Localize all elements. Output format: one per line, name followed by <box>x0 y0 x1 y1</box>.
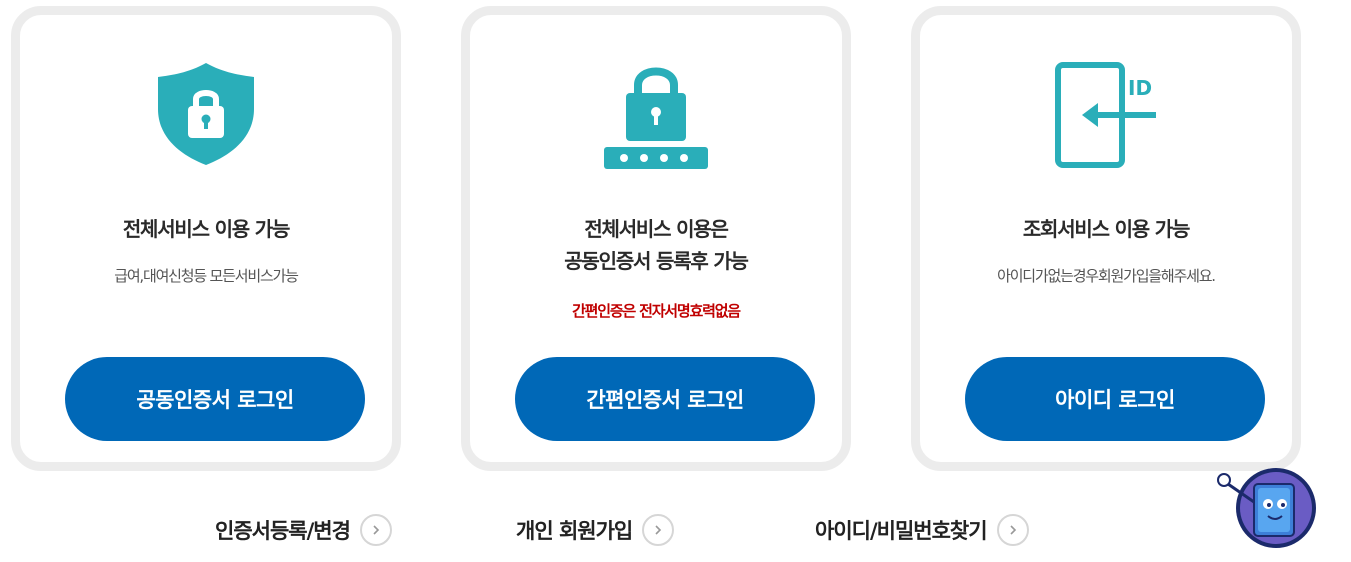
login-card-certificate: 전체서비스 이용 가능 급여,대여신청등 모든서비스가능 공동인증서 로그인 <box>11 6 401 471</box>
chevron-right-icon[interactable] <box>996 514 1029 546</box>
chevron-right-icon[interactable] <box>359 514 392 546</box>
find-id-password-link[interactable]: 아이디/비밀번호찾기 <box>815 512 1029 548</box>
certificate-login-button[interactable]: 공동인증서 로그인 <box>65 357 365 441</box>
card-title: 전체서비스 이용 가능 <box>122 217 291 241</box>
id-login-icon: ID <box>1055 62 1156 168</box>
login-card-id: ID 조회서비스 이용 가능 아이디가없는경우회원가입을해주세요. 아이디 로그… <box>911 6 1301 471</box>
login-card-simple-auth: 전체서비스 이용은 공동인증서 등록후 가능 간편인증은 전자서명효력없음 간편… <box>461 6 851 471</box>
link-label: 아이디/비밀번호찾기 <box>815 519 988 543</box>
simple-certificate-login-button[interactable]: 간편인증서 로그인 <box>515 357 815 441</box>
id-label: ID <box>1128 76 1152 100</box>
id-login-button[interactable]: 아이디 로그인 <box>965 357 1265 441</box>
mascot-chatbot-icon[interactable] <box>1210 462 1320 552</box>
link-label: 개인 회원가입 <box>516 519 633 543</box>
card-title: 조회서비스 이용 가능 <box>1022 217 1191 241</box>
padlock-password-icon <box>604 67 708 169</box>
card-description: 아이디가없는경우회원가입을해주세요. <box>997 267 1216 285</box>
chevron-right-icon[interactable] <box>642 514 675 546</box>
card-title: 전체서비스 이용은 공동인증서 등록후 가능 <box>564 217 749 273</box>
warning-text: 간편인증은 전자서명효력없음 <box>572 302 741 320</box>
certificate-register-link[interactable]: 인증서등록/변경 <box>215 512 392 548</box>
card-description: 급여,대여신청등 모든서비스가능 <box>114 267 299 285</box>
link-label: 인증서등록/변경 <box>215 519 351 543</box>
member-signup-link[interactable]: 개인 회원가입 <box>516 512 675 548</box>
shield-lock-icon <box>158 63 254 165</box>
